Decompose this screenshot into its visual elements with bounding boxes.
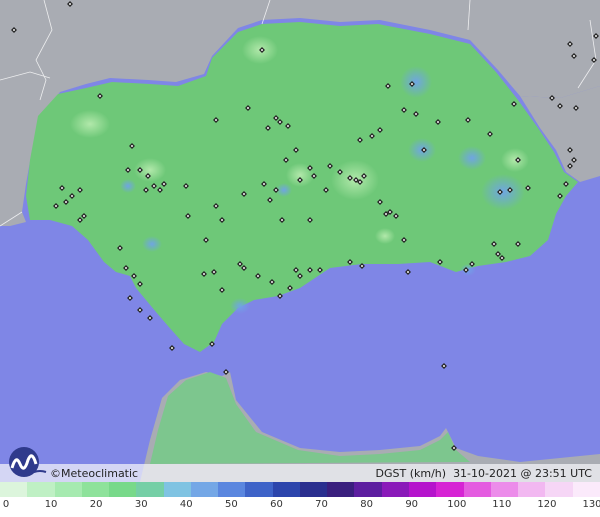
legend-color-swatch [463,482,491,497]
legend-tick-label: 40 [179,499,193,510]
color-legend-ticks: 0 10 20 30 40 50 60 70 80 90 100 110 120 130 [0,497,600,517]
station-marker [557,103,563,109]
legend-color-swatch [408,482,437,497]
legend-tick-label: 0 [2,499,10,510]
legend-color-swatch [218,482,246,497]
legend-color-swatch [272,482,300,497]
legend-tick-label: 120 [537,499,557,510]
wind-gust-map [0,0,600,482]
color-legend-strip [0,482,600,497]
station-marker [97,93,103,99]
meteoclimatic-logo-icon [9,447,47,477]
legend-color-swatch [54,482,82,497]
parameter-label: DGST (km/h) [375,467,447,480]
legend-color-swatch [436,482,464,497]
legend-tick-label: 130 [582,499,600,510]
station-marker [573,105,579,111]
legend-tick-label: 60 [270,499,283,510]
legend-color-swatch [327,482,355,497]
legend-color-swatch [381,482,409,497]
legend-tick-label: 110 [492,499,512,510]
legend-color-swatch [545,482,573,497]
parameter-info: DGST (km/h) 31-10-2021 @ 23:51 UTC [376,467,592,480]
legend-tick-label: 70 [315,499,328,510]
legend-color-swatch [518,482,546,497]
legend-color-swatch [109,482,137,497]
legend-color-swatch [0,482,28,497]
legend-color-swatch [245,482,273,497]
legend-color-swatch [136,482,164,497]
station-marker [591,57,597,63]
station-marker [567,41,573,47]
station-marker [549,95,555,101]
datetime-label: 31-10-2021 @ 23:51 UTC [453,467,592,480]
color-legend: 0 10 20 30 40 50 60 70 80 90 100 110 120 130 [0,482,600,517]
legend-color-swatch [572,482,600,497]
legend-tick-label: 10 [44,499,58,510]
legend-color-swatch [490,482,519,497]
station-marker [571,53,577,59]
legend-tick-label: 100 [447,499,467,510]
legend-tick-label: 20 [89,499,103,510]
legend-tick-label: 30 [134,499,148,510]
legend-color-swatch [354,482,382,497]
legend-color-swatch [190,482,219,497]
copyright-text: ©Meteoclimatic [50,467,139,480]
legend-tick-label: 50 [225,499,238,510]
legend-color-swatch [163,482,191,497]
legend-color-swatch [27,482,55,497]
legend-tick-label: 80 [360,499,373,510]
map-panel [0,0,600,482]
legend-tick-label: 90 [405,499,419,510]
legend-color-swatch [81,482,110,497]
legend-color-swatch [299,482,328,497]
station-marker [593,33,599,39]
